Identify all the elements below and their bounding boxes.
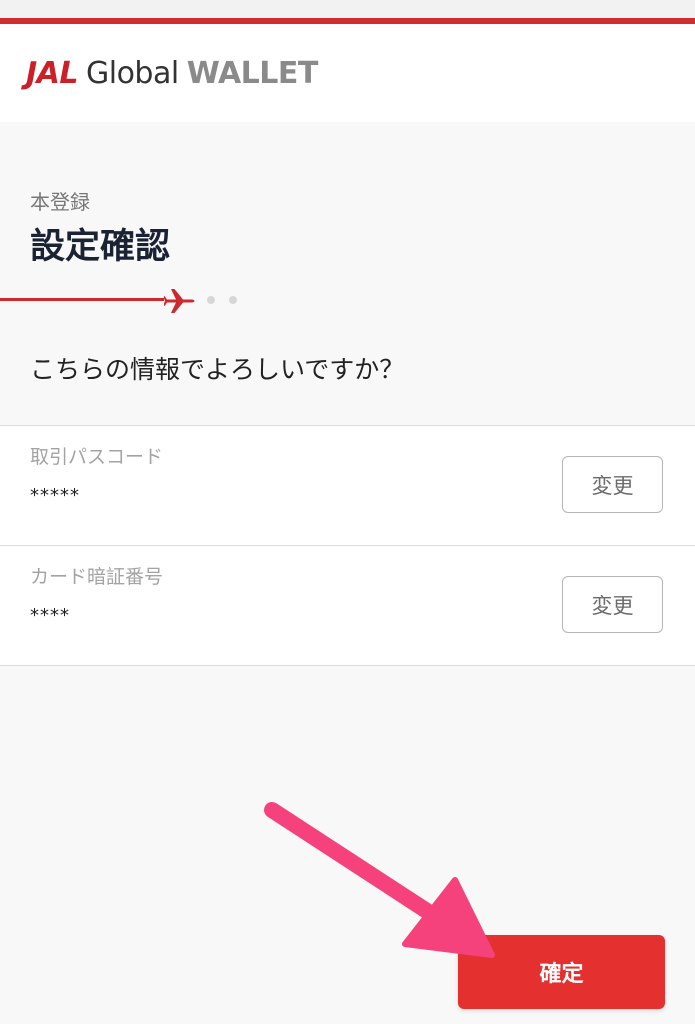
airplane-icon <box>164 289 195 313</box>
row-value: ***** <box>30 485 80 506</box>
list-row-card-pin: カード暗証番号 **** 変更 <box>0 546 695 666</box>
row-value: **** <box>30 605 70 626</box>
jal-global-wallet-logo: JAL Global WALLET <box>26 54 318 94</box>
confirmation-question: こちらの情報でよろしいですか？ <box>30 355 405 384</box>
change-pin-button[interactable]: 変更 <box>562 576 663 633</box>
progress-dot <box>207 296 215 304</box>
row-label: カード暗証番号 <box>30 566 164 588</box>
confirm-button[interactable]: 確定 <box>458 935 665 1009</box>
change-passcode-button[interactable]: 変更 <box>562 456 663 513</box>
row-label: 取引パスコード <box>30 446 164 468</box>
progress-line <box>0 298 164 301</box>
page-title: 設定確認 <box>30 227 171 267</box>
settings-list: 取引パスコード ***** 変更 カード暗証番号 **** 変更 <box>0 425 695 666</box>
logo-jal: JAL <box>26 56 79 91</box>
logo-wallet: WALLET <box>186 56 319 91</box>
step-label: 本登録 <box>30 190 90 214</box>
logo-global: Global <box>86 56 179 91</box>
top-strip <box>0 0 695 18</box>
list-row-transaction-passcode: 取引パスコード ***** 変更 <box>0 426 695 546</box>
progress-dot <box>229 296 237 304</box>
header: JAL Global WALLET <box>0 24 695 122</box>
